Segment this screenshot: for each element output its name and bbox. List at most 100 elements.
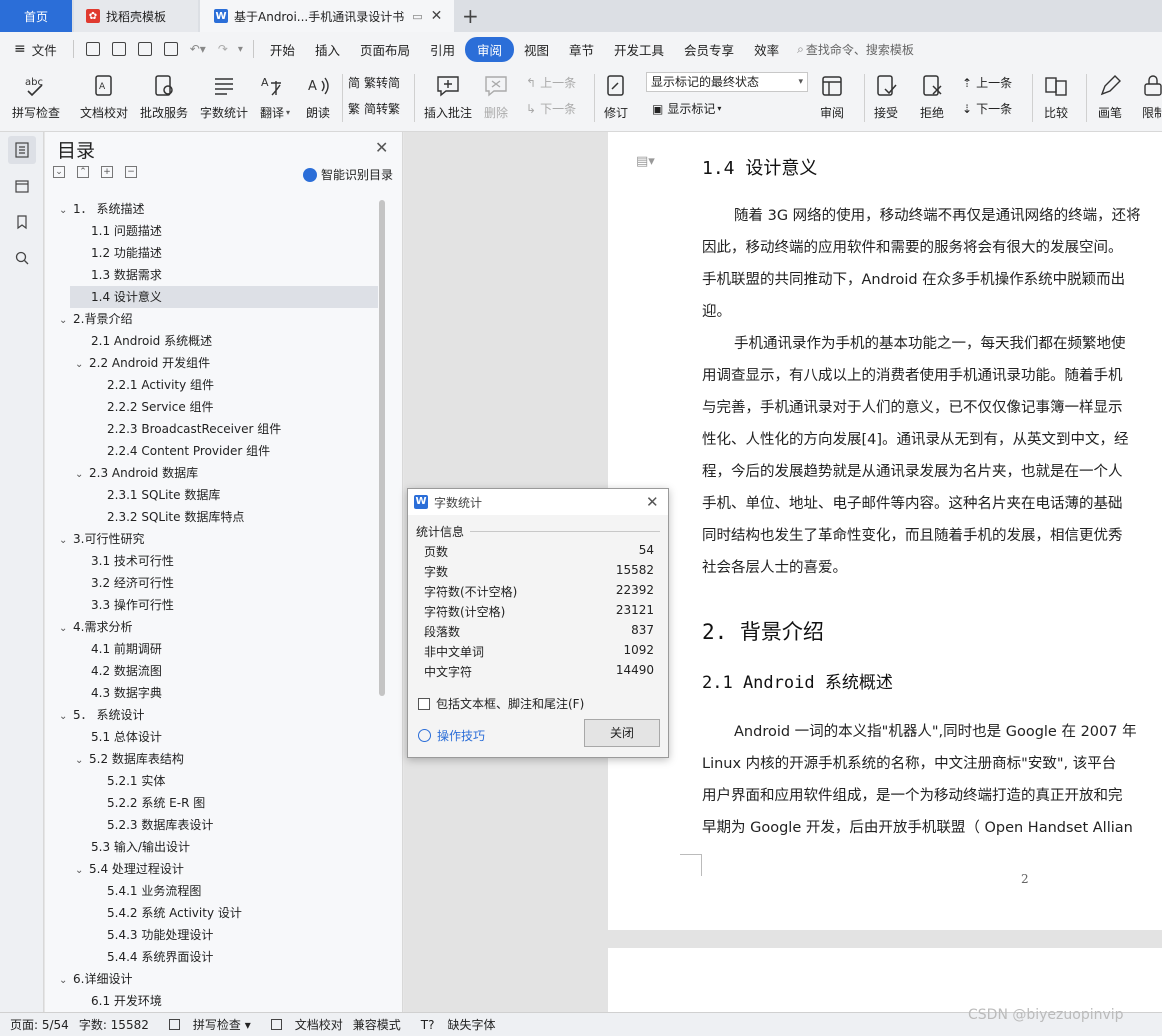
toc-item[interactable]: 1.1 问题描述 bbox=[91, 220, 162, 242]
toc-item[interactable]: ⌄ 5.4 处理过程设计 bbox=[75, 858, 184, 880]
save-icon[interactable] bbox=[85, 42, 100, 56]
accept-button[interactable]: 接受 bbox=[872, 72, 900, 121]
toc-item[interactable]: ⌄ 2.3 Android 数据库 bbox=[75, 462, 198, 484]
menu-layout[interactable]: 页面布局 bbox=[350, 40, 420, 59]
toc-item[interactable]: ⌄ 5． 系统设计 bbox=[59, 704, 144, 726]
prev-comment-button[interactable]: ↰ 上一条 bbox=[526, 74, 576, 91]
toc-item[interactable]: 2.2.4 Content Provider 组件 bbox=[107, 440, 270, 462]
next-comment-button[interactable]: ↳ 下一条 bbox=[526, 100, 576, 117]
chevron-down-icon[interactable]: ⌄ bbox=[75, 354, 89, 376]
page-handle-icon[interactable]: ▤▾ bbox=[636, 154, 655, 169]
pin-icon[interactable]: ▭ bbox=[412, 10, 422, 23]
toc-item[interactable]: ⌄ 3.可行性研究 bbox=[59, 528, 144, 550]
show-markup-button[interactable]: ▣ 显示标记 ▾ bbox=[652, 100, 721, 117]
include-textbox-checkbox[interactable]: 包括文本框、脚注和尾注(F) bbox=[418, 695, 584, 712]
chevron-down-icon[interactable]: ⌄ bbox=[75, 750, 89, 772]
close-tab-icon[interactable]: ✕ bbox=[431, 8, 443, 24]
expand-all-icon[interactable]: ⌃ bbox=[77, 166, 89, 178]
menu-insert[interactable]: 插入 bbox=[305, 40, 350, 59]
status-spell-check[interactable]: 拼写检查 ▾ bbox=[159, 1016, 251, 1033]
chevron-down-icon[interactable]: ⌄ bbox=[59, 310, 73, 332]
toc-item[interactable]: 1.4 设计意义 bbox=[91, 286, 162, 308]
toc-item[interactable]: 5.2.1 实体 bbox=[107, 770, 165, 792]
toc-item[interactable]: 2.3.1 SQLite 数据库 bbox=[107, 484, 220, 506]
menu-view[interactable]: 视图 bbox=[514, 40, 559, 59]
toc-item[interactable]: ⌄ 2.2 Android 开发组件 bbox=[75, 352, 210, 374]
prev-change-button[interactable]: ⇡ 上一条 bbox=[962, 74, 1012, 91]
print-preview-icon[interactable] bbox=[163, 42, 178, 56]
tab-home[interactable]: 首页 bbox=[0, 0, 72, 32]
dialog-close-icon[interactable]: ✕ bbox=[646, 493, 659, 511]
status-word-count[interactable]: 字数: 15582 bbox=[79, 1016, 149, 1033]
toc-item[interactable]: 2.3.2 SQLite 数据库特点 bbox=[107, 506, 244, 528]
next-change-button[interactable]: ⇣ 下一条 bbox=[962, 100, 1012, 117]
close-icon[interactable]: ✕ bbox=[375, 138, 388, 157]
checkbox-box[interactable] bbox=[418, 697, 430, 710]
toc-item[interactable]: 2.2.3 BroadcastReceiver 组件 bbox=[107, 418, 281, 440]
reject-button[interactable]: 拒绝 bbox=[918, 72, 946, 121]
toc-item[interactable]: 2.1 Android 系统概述 bbox=[91, 330, 212, 352]
toc-item[interactable]: 4.2 数据流图 bbox=[91, 660, 162, 682]
chevron-down-icon[interactable]: ⌄ bbox=[59, 706, 73, 728]
navigation-icon[interactable] bbox=[8, 172, 36, 200]
menu-member[interactable]: 会员专享 bbox=[674, 40, 744, 59]
trad-to-simp-button[interactable]: 简繁转简 bbox=[348, 74, 400, 91]
toc-item[interactable]: 4.1 前期调研 bbox=[91, 638, 162, 660]
toc-item[interactable]: 3.2 经济可行性 bbox=[91, 572, 174, 594]
chevron-down-icon[interactable]: ⌄ bbox=[75, 464, 89, 486]
export-pdf-icon[interactable] bbox=[111, 42, 126, 56]
command-search[interactable]: 查找命令、搜索模板 bbox=[806, 41, 914, 58]
toc-item[interactable]: 5.2.3 数据库表设计 bbox=[107, 814, 213, 836]
toc-item[interactable]: 5.4.3 功能处理设计 bbox=[107, 924, 213, 946]
read-aloud-button[interactable]: A 朗读 bbox=[304, 72, 332, 121]
dialog-titlebar[interactable]: W 字数统计 bbox=[408, 489, 668, 515]
collapse-all-icon[interactable]: ⌄ bbox=[53, 166, 65, 178]
toc-item[interactable]: ⌄ 4.需求分析 bbox=[59, 616, 132, 638]
chevron-down-icon[interactable]: ⌄ bbox=[59, 530, 73, 552]
tips-link[interactable]: 操作技巧 bbox=[418, 727, 485, 744]
translate-button[interactable]: A 翻译 ▾ bbox=[258, 72, 290, 121]
toc-item[interactable]: 2.2.1 Activity 组件 bbox=[107, 374, 214, 396]
toc-item[interactable]: 4.3 数据字典 bbox=[91, 682, 162, 704]
toc-scrollbar[interactable] bbox=[379, 200, 385, 696]
track-changes-button[interactable]: 修订 bbox=[602, 72, 630, 121]
pen-button[interactable]: 画笔 bbox=[1096, 72, 1124, 121]
toc-item[interactable]: 5.4.4 系统界面设计 bbox=[107, 946, 213, 968]
more-icon[interactable]: ▾ bbox=[238, 44, 243, 55]
toc-item[interactable]: 6.1 开发环境 bbox=[91, 990, 162, 1012]
menu-developer[interactable]: 开发工具 bbox=[604, 40, 674, 59]
chevron-down-icon[interactable]: ⌄ bbox=[59, 970, 73, 992]
annotate-service-button[interactable]: 批改服务 bbox=[140, 72, 188, 121]
markup-state-select[interactable]: 显示标记的最终状态 ▾ bbox=[646, 72, 808, 92]
restrict-button[interactable]: 限制 bbox=[1140, 72, 1162, 121]
toc-item[interactable]: 1.3 数据需求 bbox=[91, 264, 162, 286]
toc-item[interactable]: 5.4.2 系统 Activity 设计 bbox=[107, 902, 242, 924]
chevron-down-icon[interactable]: ⌄ bbox=[75, 860, 89, 882]
menu-review[interactable]: 审阅 bbox=[464, 36, 514, 62]
toc-item[interactable]: ⌄ 1． 系统描述 bbox=[59, 198, 144, 220]
toc-item[interactable]: ⌄ 2.背景介绍 bbox=[59, 308, 132, 330]
toc-item[interactable]: 2.2.2 Service 组件 bbox=[107, 396, 214, 418]
chevron-down-icon[interactable]: ⌄ bbox=[59, 200, 73, 222]
menu-section[interactable]: 章节 bbox=[559, 40, 604, 59]
hamburger-icon[interactable]: ≡ bbox=[14, 41, 26, 57]
remove-heading-icon[interactable]: − bbox=[125, 166, 137, 178]
toc-item[interactable]: 5.1 总体设计 bbox=[91, 726, 162, 748]
toc-item[interactable]: 5.4.1 业务流程图 bbox=[107, 880, 201, 902]
delete-comment-button[interactable]: 删除 bbox=[482, 72, 510, 121]
bookmark-icon[interactable] bbox=[8, 208, 36, 236]
find-icon[interactable] bbox=[8, 244, 36, 272]
close-button[interactable]: 关闭 bbox=[584, 719, 660, 747]
status-missing-font[interactable]: T? 缺失字体 bbox=[411, 1016, 496, 1033]
word-count-button[interactable]: 字数统计 bbox=[200, 72, 248, 121]
chevron-down-icon[interactable]: ⌄ bbox=[59, 618, 73, 640]
tab-document[interactable]: W 基于Androi...手机通讯录设计书 ▭ ✕ bbox=[200, 0, 454, 32]
menu-references[interactable]: 引用 bbox=[420, 40, 465, 59]
smart-toc-button[interactable]: 智能识别目录 bbox=[303, 166, 393, 183]
add-heading-icon[interactable]: + bbox=[101, 166, 113, 178]
undo-icon[interactable]: ↶▾ bbox=[190, 42, 206, 56]
simp-to-trad-button[interactable]: 繁简转繁 bbox=[348, 100, 400, 117]
menu-file[interactable]: 文件 bbox=[26, 40, 67, 59]
tab-daoke-templates[interactable]: ✿ 找稻壳模板 bbox=[74, 0, 198, 32]
toc-item[interactable]: 1.2 功能描述 bbox=[91, 242, 162, 264]
